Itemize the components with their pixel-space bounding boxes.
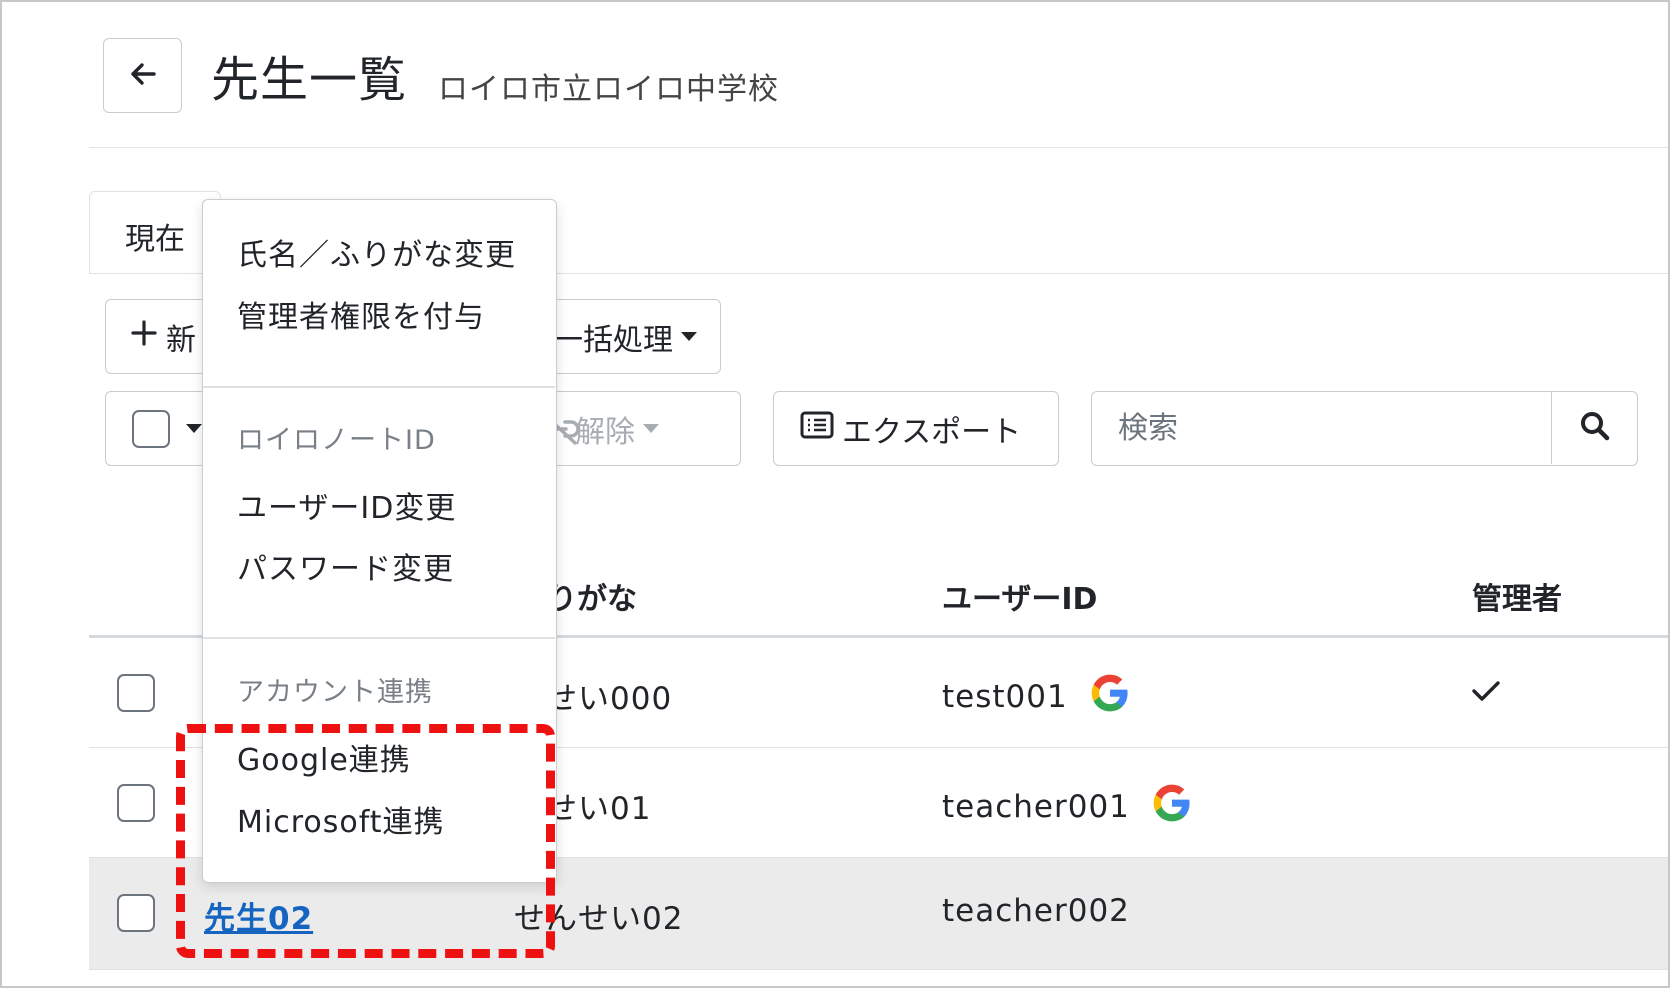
plus-icon <box>130 319 158 355</box>
user-id-cell: teacher002 <box>942 893 1130 929</box>
caret-down-icon <box>681 332 697 341</box>
menu-section-header-account-link: アカウント連携 <box>237 677 433 708</box>
arrow-left-icon <box>126 57 160 95</box>
user-id-cell: test001 <box>942 673 1130 721</box>
caret-down-icon <box>643 424 659 433</box>
search-input[interactable] <box>1092 392 1551 464</box>
menu-divider <box>203 386 555 388</box>
menu-item-microsoft-link[interactable]: Microsoft連携 <box>237 797 445 841</box>
search-button[interactable] <box>1551 392 1637 464</box>
teacher-name-link[interactable]: 先生02 <box>204 893 313 938</box>
menu-section-header-loilo-id: ロイロノートID <box>237 425 436 456</box>
school-name: ロイロ市立ロイロ中学校 <box>438 72 779 107</box>
user-id-text: teacher001 <box>942 789 1130 825</box>
menu-divider <box>203 637 555 639</box>
column-header-user-id[interactable]: ユーザーID <box>942 574 1097 618</box>
bulk-action-menu: 氏名／ふりがな変更 管理者権限を付与 ロイロノートID ユーザーID変更 パスワ… <box>202 199 557 883</box>
admin-check-icon <box>1469 674 1503 716</box>
back-button[interactable] <box>103 38 182 113</box>
export-button[interactable]: エクスポート <box>773 391 1059 466</box>
unlink-label: 解除 <box>575 414 635 450</box>
page-title: 先生一覧 <box>211 52 408 108</box>
add-teacher-label: 新 <box>166 322 196 358</box>
menu-item-google-link[interactable]: Google連携 <box>237 735 411 779</box>
google-icon <box>1090 673 1130 721</box>
row-checkbox[interactable] <box>117 894 155 932</box>
menu-item-change-user-id[interactable]: ユーザーID変更 <box>237 483 456 527</box>
divider <box>89 147 1668 148</box>
row-checkbox[interactable] <box>117 784 155 822</box>
export-label: エクスポート <box>842 414 1022 450</box>
caret-down-icon <box>186 424 202 433</box>
window-frame: 先生一覧 ロイロ市立ロイロ中学校 現在 新 一括処理 解除 エクスポート 検索 … <box>0 0 1670 988</box>
user-id-text: teacher002 <box>942 893 1130 929</box>
user-id-text: test001 <box>942 679 1068 715</box>
furigana-cell: せんせい02 <box>514 901 684 937</box>
search-icon <box>1579 410 1611 446</box>
google-icon <box>1152 783 1192 831</box>
row-checkbox[interactable] <box>117 674 155 712</box>
user-id-cell: teacher001 <box>942 783 1192 831</box>
search-box <box>1091 391 1638 466</box>
menu-item-change-name[interactable]: 氏名／ふりがな変更 <box>237 230 516 274</box>
menu-item-grant-admin[interactable]: 管理者権限を付与 <box>237 292 485 336</box>
column-header-furigana[interactable]: りがな <box>547 574 637 618</box>
bulk-action-label: 一括処理 <box>553 322 673 358</box>
menu-item-change-password[interactable]: パスワード変更 <box>237 544 454 588</box>
list-icon <box>800 411 834 447</box>
column-header-admin[interactable]: 管理者 <box>1472 574 1562 618</box>
select-all-checkbox[interactable] <box>132 409 170 448</box>
